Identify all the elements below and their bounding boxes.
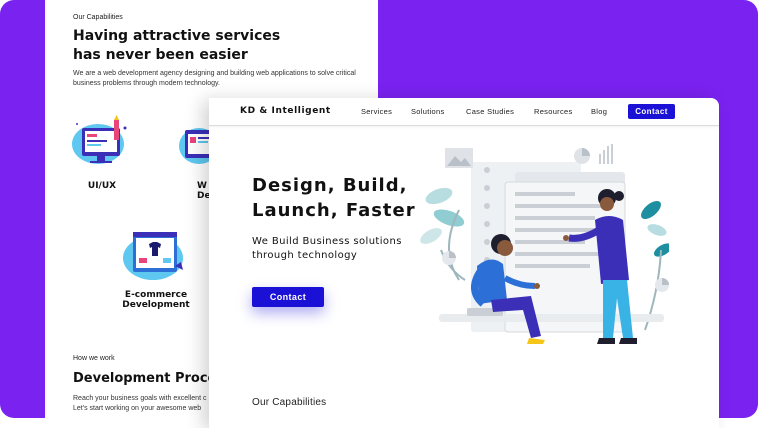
nav-contact-button[interactable]: Contact xyxy=(628,104,675,119)
capabilities-section-label: Our Capabilities xyxy=(252,397,327,408)
capability-label-ecommerce: E-commerce Development xyxy=(117,290,195,310)
nav-item-solutions[interactable]: Solutions xyxy=(411,107,445,116)
process-eyebrow: How we work xyxy=(73,355,115,362)
back-heading-line1: Having attractive services xyxy=(73,28,281,44)
hero-illustration xyxy=(420,144,669,344)
back-heading-line2: has never been easier xyxy=(73,47,248,63)
back-eyebrow: Our Capabilities xyxy=(73,14,123,21)
hero-contact-button[interactable]: Contact xyxy=(252,287,324,307)
plant-leaves xyxy=(420,187,466,281)
back-heading: Having attractive services has never bee… xyxy=(73,27,303,65)
hero-subtitle-line2: through technology xyxy=(252,250,358,261)
nav-item-services[interactable]: Services xyxy=(361,107,392,116)
plant-leaves xyxy=(641,201,669,331)
hero-subtitle-line1: We Build Business solutions xyxy=(252,236,402,247)
capability-label-uiux: UI/UX xyxy=(87,181,117,191)
uiux-illustration-icon xyxy=(72,115,127,164)
brand-logo[interactable]: KD & Intelligent xyxy=(240,106,331,116)
hero-subtitle: We Build Business solutions through tech… xyxy=(252,235,432,263)
capability-label-ecommerce-line1: E-commerce xyxy=(124,290,188,300)
ecommerce-illustration-icon xyxy=(123,232,183,280)
nav-item-resources[interactable]: Resources xyxy=(534,107,573,116)
navbar: KD & Intelligent Services Solutions Case… xyxy=(209,98,719,126)
process-heading: Development Proces xyxy=(73,371,225,386)
back-description: We are a web development agency designin… xyxy=(73,70,356,87)
front-page-card: KD & Intelligent Services Solutions Case… xyxy=(209,98,719,428)
nav-item-blog[interactable]: Blog xyxy=(591,107,607,116)
capability-label-ecommerce-line2: Development xyxy=(122,300,190,310)
bar-chart-icon xyxy=(599,144,613,164)
nav-item-case-studies[interactable]: Case Studies xyxy=(466,107,514,116)
